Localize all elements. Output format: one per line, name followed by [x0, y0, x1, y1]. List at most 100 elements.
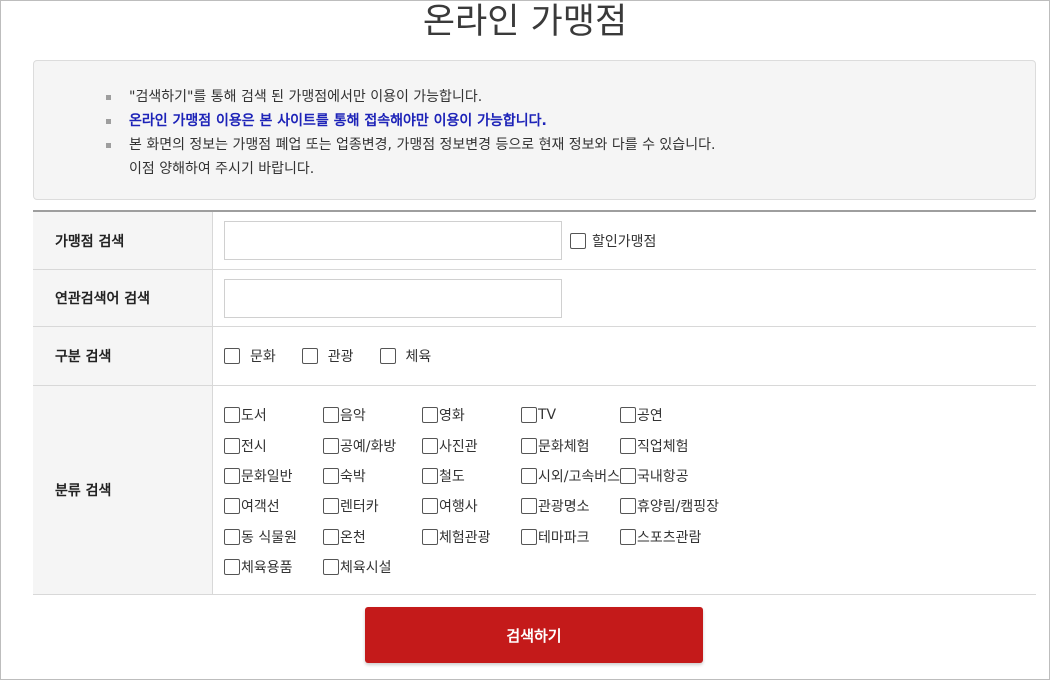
category-label: 온천 — [340, 529, 366, 546]
category-checkbox[interactable]: 온천 — [323, 522, 422, 552]
checkbox-icon[interactable] — [323, 498, 339, 515]
type-label: 문화 — [250, 349, 276, 365]
category-label: 공예/화방 — [340, 438, 397, 455]
related-search-label: 연관검색어 검색 — [33, 270, 213, 326]
category-checkbox[interactable]: 영화 — [422, 400, 521, 430]
category-label: 테마파크 — [538, 529, 590, 546]
category-label: 도서 — [241, 408, 267, 425]
related-search-input[interactable] — [224, 278, 562, 318]
category-checkbox[interactable]: 도서 — [224, 400, 323, 430]
category-checkbox[interactable]: 관광명소 — [521, 491, 620, 521]
checkbox-icon[interactable] — [301, 348, 318, 364]
category-checkbox[interactable]: 체육시설 — [323, 552, 422, 582]
category-checkbox[interactable]: 테마파크 — [521, 522, 620, 552]
discount-store-checkbox[interactable]: 할인가맹점 — [570, 231, 656, 251]
checkbox-icon[interactable] — [323, 407, 339, 424]
checkbox-icon[interactable] — [323, 467, 339, 484]
checkbox-icon[interactable] — [620, 528, 636, 545]
category-label: 전시 — [241, 438, 267, 455]
checkbox-icon[interactable] — [620, 437, 636, 454]
bullet-icon — [106, 119, 111, 124]
category-checkbox[interactable]: 숙박 — [323, 461, 422, 491]
notice-list: "검색하기"를 통해 검색 된 가맹점에서만 이용이 가능합니다. 온라인 가맹… — [106, 85, 715, 181]
category-checkbox[interactable]: 여행사 — [422, 491, 521, 521]
category-checkbox[interactable]: 체육용품 — [224, 552, 323, 582]
category-label: 스포츠관람 — [637, 529, 702, 546]
category-checkbox[interactable]: 여객선 — [224, 491, 323, 521]
category-checkbox[interactable]: 렌터카 — [323, 491, 422, 521]
category-label: 음악 — [340, 408, 366, 425]
checkbox-icon[interactable] — [620, 498, 636, 515]
checkbox-icon[interactable] — [323, 528, 339, 545]
category-checkbox[interactable]: 직업체험 — [620, 430, 719, 460]
checkbox-icon[interactable] — [224, 407, 240, 424]
category-label: 체험관광 — [439, 529, 491, 546]
checkbox-icon[interactable] — [422, 498, 438, 515]
notice-text: "검색하기"를 통해 검색 된 가맹점에서만 이용이 가능합니다. — [129, 89, 483, 105]
category-checkbox[interactable]: 철도 — [422, 461, 521, 491]
category-checkbox[interactable]: 체험관광 — [422, 522, 521, 552]
checkbox-icon[interactable] — [422, 528, 438, 545]
category-checkbox[interactable]: 전시 — [224, 430, 323, 460]
checkbox-icon[interactable] — [620, 407, 636, 424]
category-checkbox[interactable]: TV — [521, 400, 620, 430]
search-form: 가맹점 검색 할인가맹점 연관검색어 검색 구분 검색 문화 관광 체육 분류 … — [33, 210, 1036, 595]
checkbox-icon[interactable] — [620, 467, 636, 484]
checkbox-icon[interactable] — [224, 348, 240, 364]
category-checkbox-grid: 도서 음악 영화 TV 공연전시 공예/화방 사진관 문화체험 직업체험문화일반 숙박 철도 시외/고… — [224, 386, 719, 590]
category-checkbox[interactable]: 공연 — [620, 400, 719, 430]
category-checkbox[interactable]: 문화일반 — [224, 461, 323, 491]
type-search-row: 구분 검색 문화 관광 체육 — [33, 327, 1036, 386]
category-checkbox[interactable]: 음악 — [323, 400, 422, 430]
checkbox-icon[interactable] — [422, 407, 438, 424]
category-checkbox[interactable]: 국내항공 — [620, 461, 719, 491]
checkbox-icon[interactable] — [521, 467, 537, 484]
checkbox-icon[interactable] — [224, 467, 240, 484]
notice-item-highlight: 온라인 가맹점 이용은 본 사이트를 통해 접속해야만 이용이 가능합니다. — [106, 109, 715, 133]
notice-box: "검색하기"를 통해 검색 된 가맹점에서만 이용이 가능합니다. 온라인 가맹… — [33, 60, 1036, 200]
checkbox-icon[interactable] — [224, 528, 240, 545]
checkbox-icon[interactable] — [521, 528, 537, 545]
type-label: 관광 — [327, 349, 354, 365]
category-label: 체육용품 — [241, 560, 293, 577]
discount-store-label: 할인가맹점 — [592, 233, 657, 250]
checkbox-icon[interactable] — [323, 437, 339, 454]
checkbox-icon[interactable] — [422, 467, 438, 484]
checkbox-icon[interactable] — [521, 437, 537, 454]
bullet-icon — [106, 143, 111, 148]
related-search-row: 연관검색어 검색 — [33, 270, 1036, 327]
category-search-label: 분류 검색 — [33, 386, 213, 594]
category-search-row: 분류 검색 도서 음악 영화 TV 공연전시 공예/화방 사진관 문화체험 직업체험문화일반 숙박… — [33, 386, 1036, 595]
checkbox-icon[interactable] — [379, 348, 396, 364]
checkbox-icon[interactable] — [521, 498, 537, 515]
category-checkbox[interactable]: 동 식물원 — [224, 522, 323, 552]
category-checkbox[interactable]: 시외/고속버스 — [521, 461, 620, 491]
category-search-field: 도서 음악 영화 TV 공연전시 공예/화방 사진관 문화체험 직업체험문화일반 숙박 철도 시외/고… — [213, 386, 1036, 594]
category-label: 휴양림/캠핑장 — [637, 499, 719, 516]
checkbox-icon[interactable] — [224, 498, 240, 515]
checkbox-icon[interactable] — [570, 232, 586, 249]
checkbox-icon[interactable] — [224, 559, 240, 576]
checkbox-icon[interactable] — [422, 437, 438, 454]
category-checkbox[interactable]: 공예/화방 — [323, 430, 422, 460]
checkbox-icon[interactable] — [224, 437, 240, 454]
category-checkbox[interactable]: 스포츠관람 — [620, 522, 719, 552]
category-label: 문화일반 — [241, 468, 293, 485]
related-search-field — [213, 270, 1036, 326]
category-checkbox[interactable]: 사진관 — [422, 430, 521, 460]
checkbox-icon[interactable] — [323, 559, 339, 576]
category-checkbox[interactable]: 문화체험 — [521, 430, 620, 460]
search-button[interactable]: 검색하기 — [365, 607, 703, 663]
category-label: 문화체험 — [538, 438, 590, 455]
type-checkbox-tourism[interactable]: 관광 — [301, 346, 354, 366]
page-title: 온라인 가맹점 — [422, 2, 628, 42]
category-label: TV — [538, 407, 557, 424]
checkbox-icon[interactable] — [521, 407, 537, 424]
type-checkbox-sports[interactable]: 체육 — [379, 346, 431, 366]
category-label: 시외/고속버스 — [538, 468, 620, 485]
notice-text: 본 화면의 정보는 가맹점 폐업 또는 업종변경, 가맹점 정보변경 등으로 현… — [129, 137, 716, 153]
type-checkbox-culture[interactable]: 문화 — [224, 346, 276, 366]
category-checkbox[interactable]: 휴양림/캠핑장 — [620, 491, 719, 521]
store-search-input[interactable] — [224, 221, 562, 260]
type-search-label: 구분 검색 — [33, 327, 213, 385]
